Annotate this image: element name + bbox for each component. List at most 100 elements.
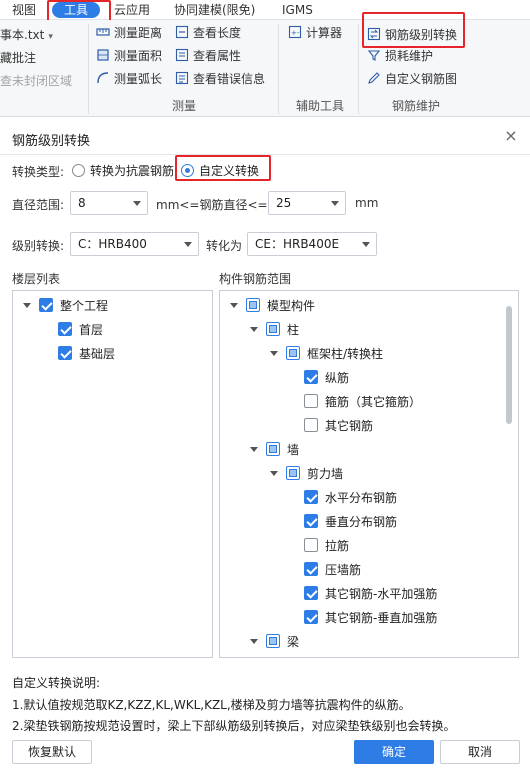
view-length-button[interactable]: 查看长度 (175, 24, 241, 42)
collapse-arrow-icon[interactable] (250, 638, 258, 644)
group-separator (278, 24, 279, 114)
checkbox-shear-wall[interactable] (286, 466, 300, 480)
tree-node-first-floor[interactable]: 首层 (58, 320, 103, 338)
checkbox-stirrup[interactable] (304, 394, 318, 408)
tree-node-project[interactable]: 整个工程 (23, 296, 108, 314)
grade-convert-label: 级别转换: (12, 239, 65, 253)
tree-label: 纵筋 (325, 370, 350, 385)
tab-cloud[interactable]: 云应用 (114, 2, 150, 18)
view-length-label: 查看长度 (193, 26, 242, 40)
ruler-icon (96, 28, 110, 36)
tree-node-model[interactable]: 模型构件 (230, 296, 315, 314)
tab-collab[interactable]: 协同建模(限免) (174, 2, 255, 18)
collapse-arrow-icon[interactable] (250, 326, 258, 332)
tree-node-tie-bar[interactable]: 拉筋 (304, 536, 349, 554)
notes-line-1: 1.默认值按规范取KZ,KZZ,KL,WKL,KZL,楼梯及剪力墙等抗震构件的纵… (12, 698, 411, 712)
measure-distance-button[interactable]: 测量距离 (96, 24, 162, 42)
checkbox-tie-bar[interactable] (304, 538, 318, 552)
diameter-to-value: 25 (276, 196, 292, 210)
custom-rebar-drawing-button[interactable]: 自定义钢筋图 (367, 70, 457, 88)
tree-label: 剪力墙 (307, 466, 344, 481)
checkbox-vertical-strengthen[interactable] (304, 610, 318, 624)
rebar-maint-group-label: 钢筋维护 (392, 99, 441, 113)
tree-node-vertical-dist[interactable]: 垂直分布钢筋 (304, 512, 397, 530)
checkbox-column-other[interactable] (304, 418, 318, 432)
tab-view[interactable]: 视图 (12, 2, 36, 18)
checkbox-foundation[interactable] (58, 346, 72, 360)
area-icon (97, 49, 109, 61)
tree-label: 框架柱/转换柱 (307, 346, 384, 361)
tree-node-horizontal-dist[interactable]: 水平分布钢筋 (304, 488, 397, 506)
collapse-arrow-icon[interactable] (270, 350, 278, 356)
check-unclosed-button[interactable]: 查未封闭区域 (0, 72, 72, 90)
tree-label: 垂直分布钢筋 (325, 514, 398, 529)
collapse-arrow-icon[interactable] (250, 446, 258, 452)
restore-default-button[interactable]: 恢复默认 (12, 740, 92, 764)
measure-group-label: 测量 (172, 99, 197, 113)
tree-node-wall[interactable]: 墙 (250, 440, 299, 458)
view-errors-button[interactable]: 查看错误信息 (175, 70, 265, 88)
diameter-condition-label: mm<=钢筋直径<= (156, 198, 268, 212)
checkbox-model[interactable] (246, 298, 260, 312)
radio-seismic-convert[interactable]: 转换为抗震钢筋 (72, 162, 174, 179)
convert-to-label: 转化为 (206, 239, 243, 253)
checkbox-press-wall[interactable] (304, 562, 318, 576)
grade-to-select[interactable]: CE：HRB400E (247, 232, 377, 256)
tree-label: 水平分布钢筋 (325, 490, 398, 505)
tree-node-shear-wall[interactable]: 剪力墙 (270, 464, 343, 482)
tree-label: 整个工程 (60, 298, 109, 313)
notepad-label: 事本.txt (0, 28, 45, 42)
checkbox-first-floor[interactable] (58, 322, 72, 336)
collapse-arrow-icon[interactable] (23, 302, 31, 308)
chevron-down-icon (362, 242, 370, 247)
tree-label: 墙 (287, 442, 300, 457)
tree-node-foundation[interactable]: 基础层 (58, 344, 115, 362)
tree-node-press-wall[interactable]: 压墙筋 (304, 560, 361, 578)
tree-label: 梁 (287, 634, 300, 649)
notepad-button[interactable]: 事本.txt ▾ (0, 26, 53, 44)
close-icon[interactable]: × (502, 127, 520, 145)
tree-label: 其它钢筋-垂直加强筋 (325, 610, 438, 625)
checkbox-vertical-dist[interactable] (304, 514, 318, 528)
checkbox-horizontal-dist[interactable] (304, 490, 318, 504)
loss-maintenance-button[interactable]: 损耗维护 (367, 47, 433, 65)
tree-node-longitudinal[interactable]: 纵筋 (304, 368, 349, 386)
tree-node-beam[interactable]: 梁 (250, 632, 299, 650)
highlight-convert-button (362, 12, 465, 48)
measure-arc-button[interactable]: 测量弧长 (96, 70, 162, 88)
calculator-icon: +- (288, 25, 302, 39)
checkbox-beam[interactable] (266, 634, 280, 648)
tree-node-column-other[interactable]: 其它钢筋 (304, 416, 373, 434)
hide-annotation-button[interactable]: 藏批注 (0, 49, 36, 67)
ok-button[interactable]: 确定 (354, 740, 434, 764)
collapse-arrow-icon[interactable] (230, 302, 238, 308)
convert-type-label: 转换类型: (12, 165, 65, 179)
checkbox-wall[interactable] (266, 442, 280, 456)
calculator-button[interactable]: +- 计算器 (288, 24, 342, 42)
checkbox-longitudinal[interactable] (304, 370, 318, 384)
tree-label: 压墙筋 (325, 562, 362, 577)
diameter-from-select[interactable]: 8 (70, 191, 148, 215)
tree-node-horizontal-strengthen[interactable]: 其它钢筋-水平加强筋 (304, 584, 437, 602)
tree-label: 基础层 (79, 346, 116, 361)
measure-area-button[interactable]: 测量面积 (96, 47, 162, 65)
checkbox-horizontal-strengthen[interactable] (304, 586, 318, 600)
view-errors-label: 查看错误信息 (193, 72, 266, 86)
view-properties-button[interactable]: 查看属性 (175, 47, 241, 65)
tree-node-vertical-strengthen[interactable]: 其它钢筋-垂直加强筋 (304, 608, 437, 626)
diameter-to-select[interactable]: 25 (268, 191, 346, 215)
tree-node-frame-column[interactable]: 框架柱/转换柱 (270, 344, 383, 362)
component-range-title: 构件钢筋范围 (219, 272, 292, 286)
tab-igms[interactable]: IGMS (282, 2, 313, 18)
tree-node-stirrup[interactable]: 箍筋（其它箍筋） (304, 392, 421, 410)
cancel-button[interactable]: 取消 (440, 740, 520, 764)
calculator-label: 计算器 (306, 26, 343, 40)
checkbox-column[interactable] (266, 322, 280, 336)
collapse-arrow-icon[interactable] (270, 470, 278, 476)
radio-dot (72, 164, 85, 177)
checkbox-frame-column[interactable] (286, 346, 300, 360)
component-scrollbar[interactable] (506, 306, 512, 424)
grade-from-select[interactable]: C：HRB400 (70, 232, 199, 256)
checkbox-project[interactable] (39, 298, 53, 312)
tree-node-column[interactable]: 柱 (250, 320, 299, 338)
